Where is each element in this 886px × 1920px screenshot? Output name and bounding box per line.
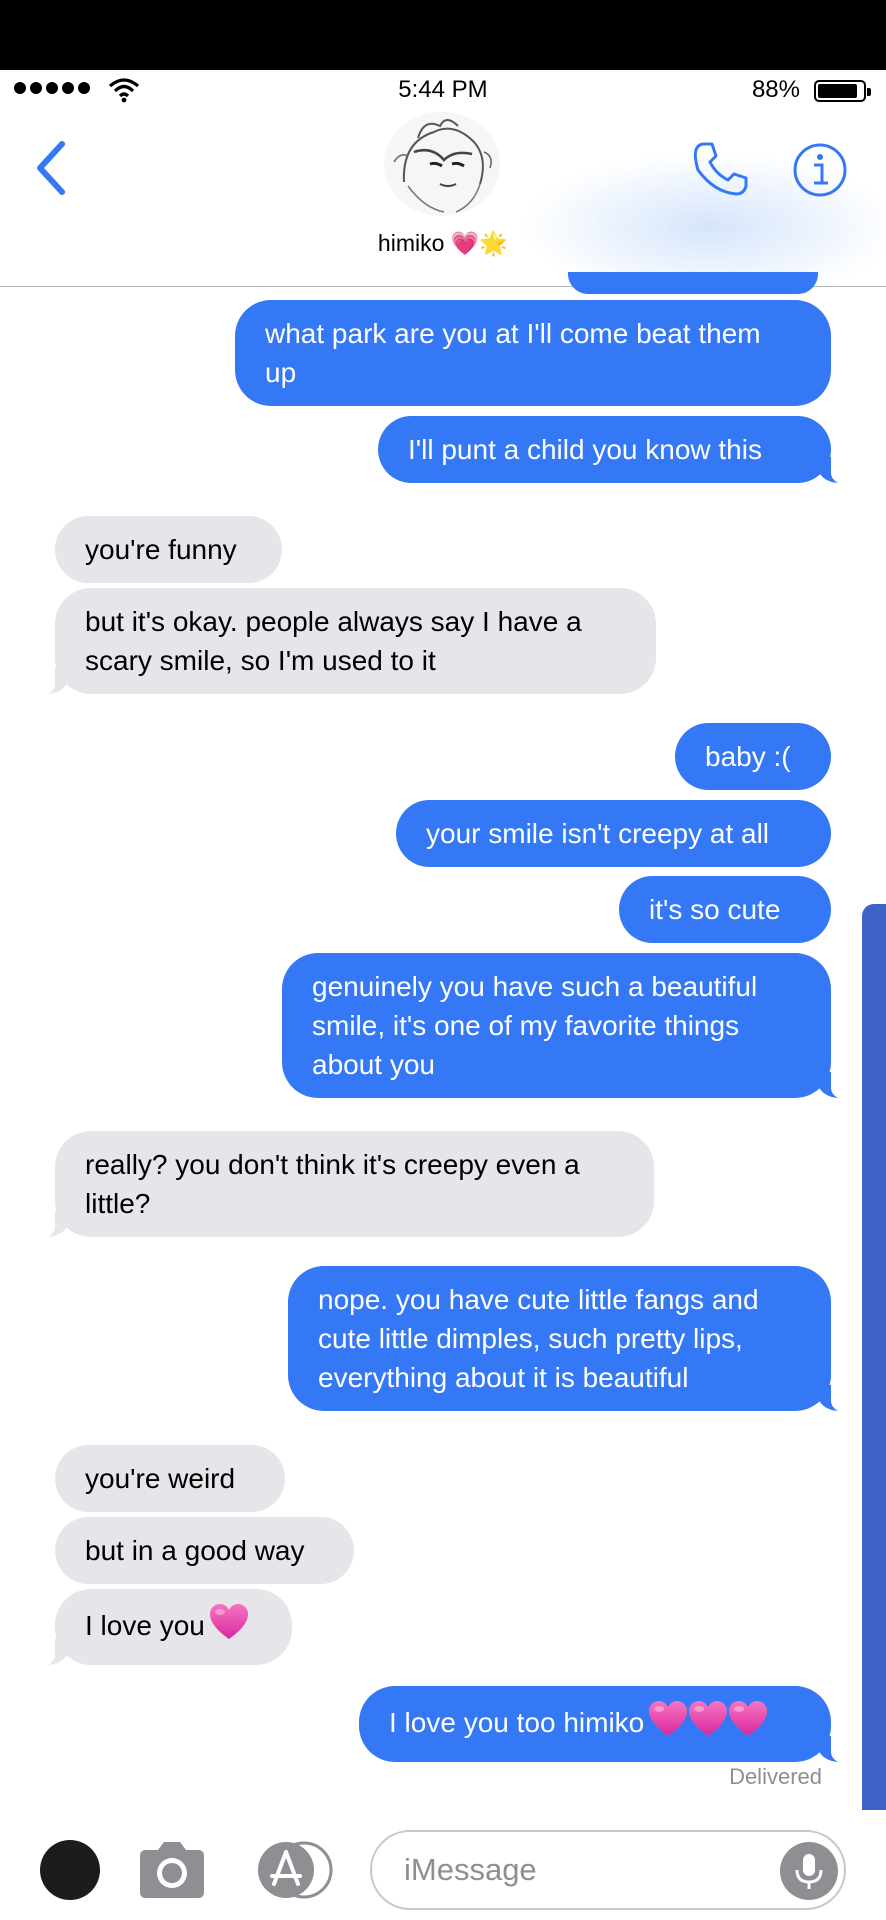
message-text: I'll punt a child you know this xyxy=(408,434,762,465)
battery-percent: 88% xyxy=(751,76,800,103)
message-text: baby :( xyxy=(705,741,791,772)
back-chevron-icon[interactable] xyxy=(32,138,72,198)
message-bubble-outgoing[interactable]: I'll punt a child you know this xyxy=(378,416,849,485)
imessage-placeholder: iMessage xyxy=(404,1852,537,1887)
message-bubble-incoming[interactable]: you're weird xyxy=(55,1445,285,1512)
contact-name-emoji: 💗🌟 xyxy=(450,230,509,256)
digital-touch-button[interactable] xyxy=(40,1840,100,1900)
message-composer: iMessage xyxy=(0,1810,886,1920)
contact-name-text: himiko xyxy=(377,230,445,256)
message-text: you're weird xyxy=(85,1463,236,1494)
camera-icon[interactable] xyxy=(136,1840,208,1900)
message-text: genuinely you have such a beautiful smil… xyxy=(312,971,758,1080)
delivered-status: Delivered xyxy=(729,1764,822,1789)
message-bubble-outgoing[interactable]: your smile isn't creepy at all xyxy=(396,800,831,867)
heart-emoji-icon xyxy=(728,1700,768,1748)
message-bubble-incoming[interactable]: but in a good way xyxy=(55,1517,354,1584)
previous-message-bubble-partial xyxy=(568,272,818,294)
message-text: I love you xyxy=(85,1610,205,1641)
message-bubble-incoming[interactable]: really? you don't think it's creepy even… xyxy=(37,1131,654,1239)
heart-emoji-icon xyxy=(648,1700,688,1748)
message-text: your smile isn't creepy at all xyxy=(426,818,770,849)
status-bar: 5:44 PM 88% xyxy=(0,70,886,112)
heart-emoji-icon xyxy=(688,1700,728,1748)
heart-emoji-icon xyxy=(209,1603,249,1651)
message-bubble-incoming[interactable]: I love you xyxy=(37,1589,292,1667)
battery-icon xyxy=(814,80,871,102)
message-text: what park are you at I'll come beat them… xyxy=(265,318,761,388)
message-text: nope. you have cute little fangs and cut… xyxy=(318,1284,759,1393)
info-icon[interactable] xyxy=(792,142,848,198)
message-text: I love you too himiko xyxy=(389,1707,645,1738)
app-store-icon[interactable] xyxy=(252,1840,334,1900)
message-bubble-outgoing[interactable]: I love you too himiko xyxy=(359,1686,849,1764)
message-bubble-outgoing[interactable]: baby :( xyxy=(675,723,831,790)
message-bubble-outgoing[interactable]: it's so cute xyxy=(619,876,831,943)
scrollbar[interactable] xyxy=(862,904,886,1920)
message-bubble-outgoing[interactable]: what park are you at I'll come beat them… xyxy=(235,300,831,406)
heart-emoji-group xyxy=(648,1701,768,1738)
imessage-input[interactable]: iMessage xyxy=(370,1830,846,1910)
message-text: but it's okay. people always say I have … xyxy=(85,606,582,676)
message-bubble-incoming[interactable]: you're funny xyxy=(55,516,282,583)
microphone-glyph xyxy=(795,1854,823,1889)
message-text: it's so cute xyxy=(649,894,781,925)
message-bubble-outgoing[interactable]: genuinely you have such a beautiful smil… xyxy=(282,953,849,1100)
message-bubble-outgoing[interactable]: nope. you have cute little fangs and cut… xyxy=(288,1266,849,1413)
message-text: you're funny xyxy=(85,534,237,565)
phone-icon[interactable] xyxy=(692,140,750,198)
message-text: really? you don't think it's creepy even… xyxy=(85,1149,580,1219)
avatar-sketch xyxy=(393,119,492,213)
message-bubble-incoming[interactable]: but it's okay. people always say I have … xyxy=(37,588,656,696)
heart-emoji-group xyxy=(209,1604,249,1641)
microphone-icon[interactable] xyxy=(780,1842,838,1900)
top-black-bar xyxy=(0,0,886,70)
conversation-header: himiko 💗🌟 xyxy=(0,112,886,287)
message-text: but in a good way xyxy=(85,1535,305,1566)
contact-avatar[interactable] xyxy=(384,112,500,216)
contact-name[interactable]: himiko 💗🌟 xyxy=(0,230,886,257)
